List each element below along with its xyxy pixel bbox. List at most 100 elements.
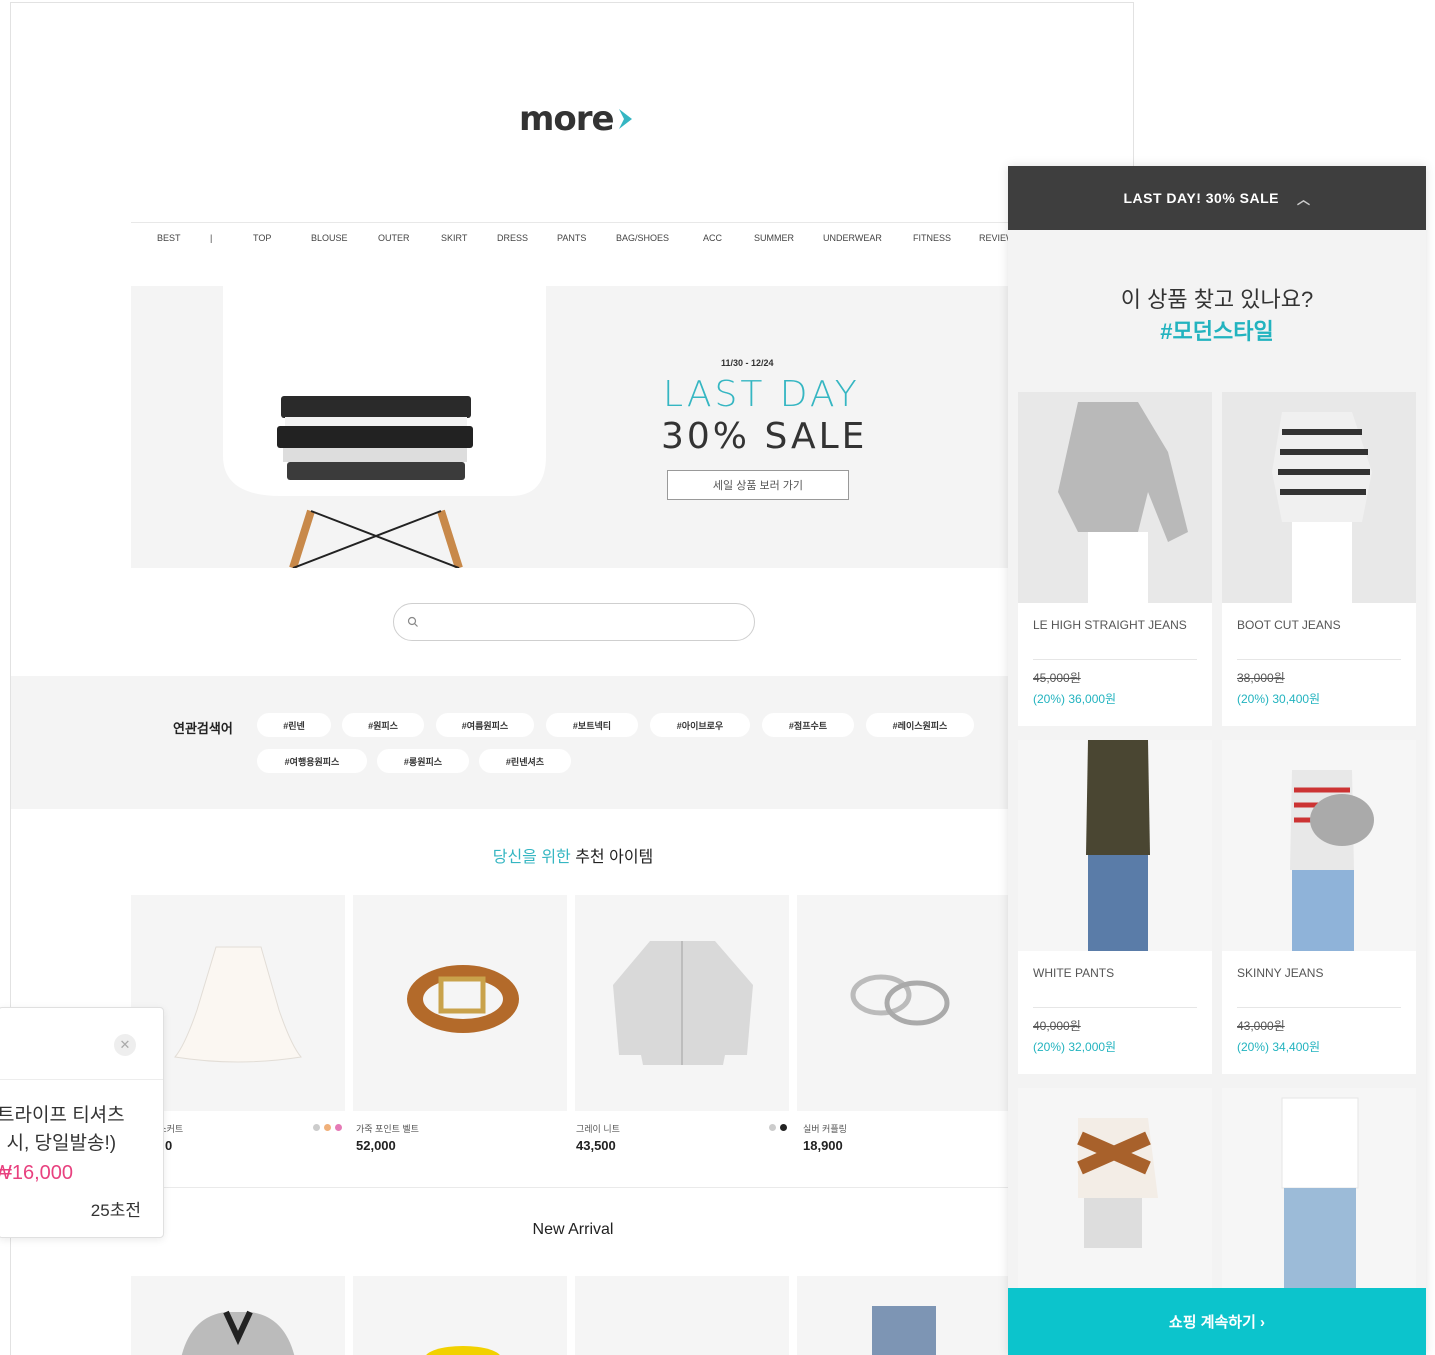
product-sale-price: (20%) 32,000원 <box>1033 1040 1117 1054</box>
color-swatch[interactable] <box>335 1124 342 1131</box>
product-image <box>1018 392 1212 603</box>
related-search-section: 연관검색어 #린넨 #원피스 #여름원피스 #보트넥티 #아이브로우 #점프수트… <box>11 676 1011 809</box>
hero-banner[interactable]: 11/30 - 12/24 LAST DAY 30% SALE 세일 상품 보러… <box>131 286 1011 568</box>
related-tag[interactable]: #아이브로우 <box>650 713 750 737</box>
belt-image <box>407 965 519 1033</box>
nav-item-top[interactable]: TOP <box>253 233 271 243</box>
ring-image <box>850 974 950 1026</box>
search-icon <box>407 616 418 627</box>
new-arrival-card[interactable] <box>575 1276 789 1355</box>
product-card-belt[interactable] <box>353 895 567 1111</box>
product-price: 43,500 <box>576 1138 616 1153</box>
nav-item-summer[interactable]: SUMMER <box>754 233 794 243</box>
product-name[interactable]: 그레이 니트 <box>576 1122 620 1135</box>
knit-image <box>613 941 753 1065</box>
nav-item-acc[interactable]: ACC <box>703 233 722 243</box>
related-tag[interactable]: #여행용원피스 <box>257 749 367 773</box>
related-tag[interactable]: #린넨셔츠 <box>479 749 571 773</box>
category-nav: BEST | TOP BLOUSE OUTER SKIRT DRESS PANT… <box>131 222 1011 257</box>
color-swatch[interactable] <box>780 1124 787 1131</box>
recent-purchase-toast[interactable]: ✕ 트라이프 티셔츠 l 시, 당일발송!) ₩16,000 25초전 <box>0 1007 164 1238</box>
hat-image <box>426 1346 500 1355</box>
product-sale-price: (20%) 36,000원 <box>1033 692 1117 706</box>
product-sale-price: (20%) 30,400원 <box>1237 692 1321 706</box>
product-image <box>1222 392 1416 603</box>
panel-product-card[interactable]: BOOT CUT JEANS 38,000원 (20%) 30,400원 <box>1222 392 1416 726</box>
hero-chair-image <box>223 286 546 568</box>
toast-divider <box>0 1079 163 1080</box>
color-swatch[interactable] <box>313 1124 320 1131</box>
continue-shopping-button[interactable]: 쇼핑 계속하기 › <box>1008 1288 1426 1355</box>
sale-products-button[interactable]: 세일 상품 보러 가기 <box>667 470 849 500</box>
product-original-price: 45,000원 <box>1033 671 1081 685</box>
logo-text: more <box>519 99 615 139</box>
product-name: SKINNY JEANS <box>1237 966 1324 980</box>
product-sale-price: (20%) 34,400원 <box>1237 1040 1321 1054</box>
promo-panel: LAST DAY! 30% SALE ︿ 이 상품 찾고 있나요? #모던스타일… <box>1008 166 1426 1355</box>
nav-item-outer[interactable]: OUTER <box>378 233 410 243</box>
related-tag[interactable]: #린넨 <box>257 713 331 737</box>
product-divider <box>1033 1007 1197 1008</box>
related-tag[interactable]: #원피스 <box>342 713 424 737</box>
new-arrival-title: New Arrival <box>532 1221 614 1238</box>
close-icon[interactable]: ✕ <box>114 1034 136 1056</box>
color-swatch[interactable] <box>324 1124 331 1131</box>
panel-product-card[interactable] <box>1018 1088 1212 1288</box>
product-divider <box>1237 1007 1401 1008</box>
nav-item-underwear[interactable]: UNDERWEAR <box>823 233 882 243</box>
related-search-label: 연관검색어 <box>173 721 233 736</box>
product-price: 0 <box>165 1138 173 1153</box>
nav-item-bag-shoes[interactable]: BAG/SHOES <box>616 233 669 243</box>
nav-item-review[interactable]: REVIEW <box>979 233 1011 243</box>
related-tag[interactable]: #점프수트 <box>762 713 854 737</box>
promo-hashtag[interactable]: #모던스타일 <box>1008 314 1426 346</box>
product-divider <box>1033 659 1197 660</box>
product-name: BOOT CUT JEANS <box>1237 618 1341 632</box>
panel-product-card[interactable]: WHITE PANTS 40,000원 (20%) 32,000원 <box>1018 740 1212 1074</box>
product-image <box>1018 740 1212 951</box>
logo[interactable]: more <box>519 99 638 139</box>
jacket-image <box>181 1310 295 1355</box>
related-tag[interactable]: #레이스원피스 <box>866 713 974 737</box>
recommend-title-highlight: 당신을 위한 <box>492 849 571 866</box>
chevron-up-icon[interactable]: ︿ <box>1297 189 1311 208</box>
hero-title-line1: LAST DAY <box>663 374 860 415</box>
nav-item-best[interactable]: BEST <box>157 233 181 243</box>
related-tag[interactable]: #보트넥티 <box>546 713 638 737</box>
nav-item-skirt[interactable]: SKIRT <box>441 233 467 243</box>
recommend-title: 당신을 위한 추천 아이템 <box>11 843 1133 867</box>
nav-item-fitness[interactable]: FITNESS <box>913 233 951 243</box>
product-card-knit[interactable] <box>575 895 789 1111</box>
new-arrival-card[interactable] <box>131 1276 345 1355</box>
product-name: LE HIGH STRAIGHT JEANS <box>1033 618 1187 632</box>
new-arrival-card[interactable] <box>353 1276 567 1355</box>
panel-product-card[interactable]: LE HIGH STRAIGHT JEANS 45,000원 (20%) 36,… <box>1018 392 1212 726</box>
product-image <box>1077 1118 1158 1248</box>
product-original-price: 38,000원 <box>1237 671 1285 685</box>
toast-price: ₩16,000 <box>0 1162 74 1184</box>
hero-date: 11/30 - 12/24 <box>721 358 774 368</box>
product-name[interactable]: 가죽 포인트 벨트 <box>356 1122 419 1135</box>
related-tag[interactable]: #롱원피스 <box>377 749 469 773</box>
product-name[interactable]: 실버 커플링 <box>803 1122 847 1135</box>
product-image <box>1222 740 1416 951</box>
product-original-price: 40,000원 <box>1033 1019 1081 1033</box>
panel-product-card[interactable]: SKINNY JEANS 43,000원 (20%) 34,400원 <box>1222 740 1416 1074</box>
search-input[interactable] <box>393 603 755 641</box>
color-swatch[interactable] <box>769 1124 776 1131</box>
product-price: 18,900 <box>803 1138 843 1153</box>
panel-product-card[interactable] <box>1222 1088 1416 1288</box>
nav-item-pants[interactable]: PANTS <box>557 233 586 243</box>
new-arrival-card[interactable] <box>797 1276 1011 1355</box>
product-divider <box>1237 659 1401 660</box>
promo-panel-header[interactable]: LAST DAY! 30% SALE ︿ <box>1008 166 1426 230</box>
nav-item-dress[interactable]: DRESS <box>497 233 528 243</box>
related-tag[interactable]: #여름원피스 <box>436 713 534 737</box>
product-card-ring[interactable] <box>797 895 1011 1111</box>
hero-title-line2: 30% SALE <box>661 416 868 457</box>
logo-arrow-icon <box>618 109 632 129</box>
product-price: 52,000 <box>356 1138 396 1153</box>
nav-item-blouse[interactable]: BLOUSE <box>311 233 348 243</box>
recommend-title-rest: 추천 아이템 <box>570 849 654 866</box>
jeans-image <box>872 1306 936 1355</box>
